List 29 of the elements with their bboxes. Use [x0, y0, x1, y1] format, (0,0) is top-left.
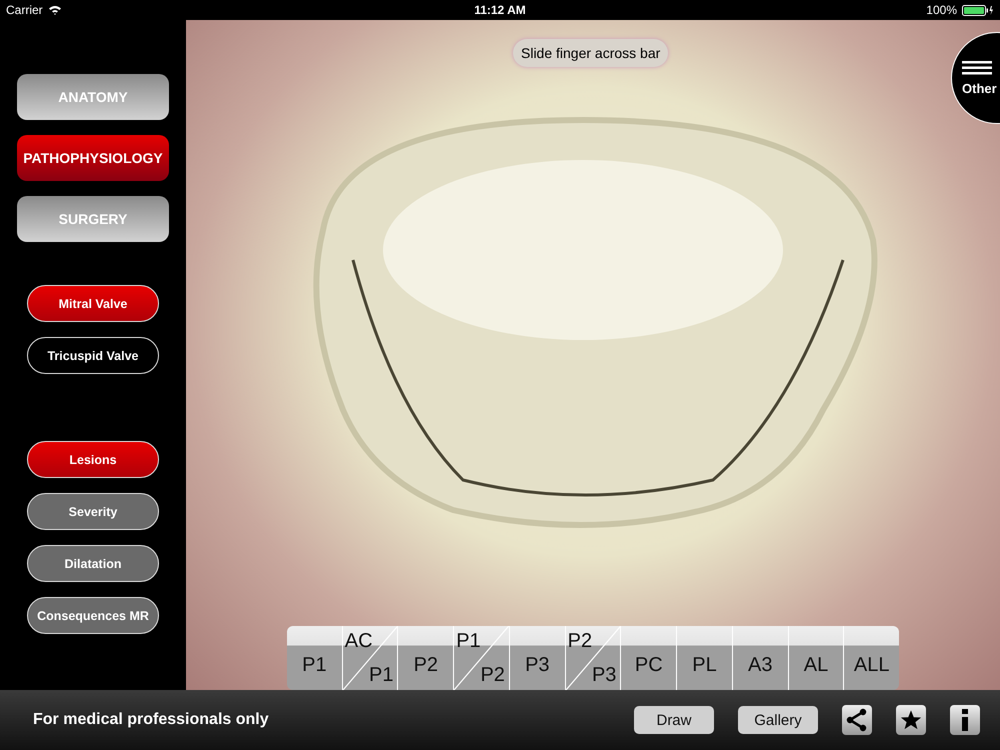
- topic-button[interactable]: Lesions: [27, 441, 159, 478]
- wifi-icon: [48, 5, 62, 15]
- segment-button[interactable]: P2: [480, 664, 505, 687]
- divider-line: [566, 626, 620, 690]
- menu-icon: [962, 60, 992, 74]
- battery-percent: 100%: [926, 3, 957, 17]
- segment-button[interactable]: AC: [344, 630, 373, 653]
- segment-button[interactable]: P3: [592, 664, 616, 687]
- valve-button[interactable]: Mitral Valve: [27, 285, 159, 322]
- clock-time: 11:12 AM: [473, 3, 527, 17]
- segment-button[interactable]: P1: [369, 664, 394, 687]
- segment-button[interactable]: P1: [456, 630, 481, 653]
- topic-button[interactable]: Consequences MR: [27, 597, 159, 634]
- toolbar-button[interactable]: Draw: [634, 706, 714, 734]
- carrier-name: Carrier: [6, 3, 43, 17]
- hint-label: Slide finger across bar: [513, 39, 668, 67]
- share-icon[interactable]: [842, 705, 872, 735]
- segment-button[interactable]: P2: [568, 630, 592, 653]
- segment-button[interactable]: ALL: [844, 626, 899, 690]
- topic-button[interactable]: Dilatation: [27, 545, 159, 582]
- section-button[interactable]: PATHOPHYSIOLOGY: [17, 135, 169, 181]
- divider-line: [342, 626, 398, 690]
- valve-button[interactable]: Tricuspid Valve: [27, 337, 159, 374]
- battery-icon: [962, 4, 994, 16]
- topic-button[interactable]: Severity: [27, 493, 159, 530]
- toolbar-button[interactable]: Gallery: [738, 706, 818, 734]
- info-icon[interactable]: [950, 705, 980, 735]
- disclaimer-text: For medical professionals only: [33, 711, 269, 729]
- divider-line: [454, 626, 509, 690]
